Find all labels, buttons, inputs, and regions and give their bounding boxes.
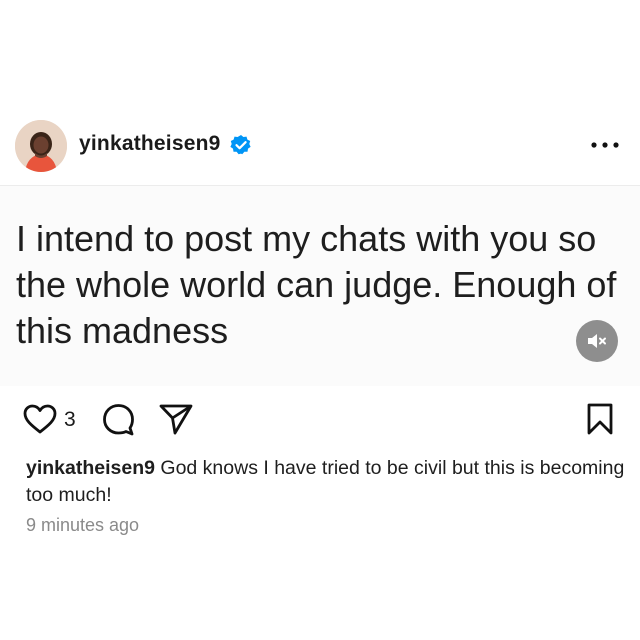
post-text: I intend to post my chats with you so th…: [16, 218, 617, 351]
post-media[interactable]: I intend to post my chats with you so th…: [0, 185, 640, 386]
more-options-icon[interactable]: [588, 134, 622, 156]
post-username[interactable]: yinkatheisen9: [79, 132, 221, 156]
heart-icon[interactable]: [22, 403, 58, 440]
caption-username[interactable]: yinkatheisen9: [26, 457, 155, 479]
verified-badge-icon: [230, 134, 252, 156]
avatar[interactable]: [15, 120, 67, 172]
post-caption: yinkatheisen9 God knows I have tried to …: [26, 455, 626, 509]
bookmark-icon[interactable]: [586, 402, 614, 441]
post-timestamp: 9 minutes ago: [26, 515, 140, 535]
post-header: yinkatheisen9: [0, 110, 640, 185]
action-bar: 3: [0, 395, 640, 445]
paper-plane-icon[interactable]: [158, 402, 194, 441]
like-count[interactable]: 3: [64, 408, 76, 432]
comment-bubble-icon[interactable]: [101, 402, 135, 441]
muted-speaker-icon[interactable]: [576, 320, 618, 362]
